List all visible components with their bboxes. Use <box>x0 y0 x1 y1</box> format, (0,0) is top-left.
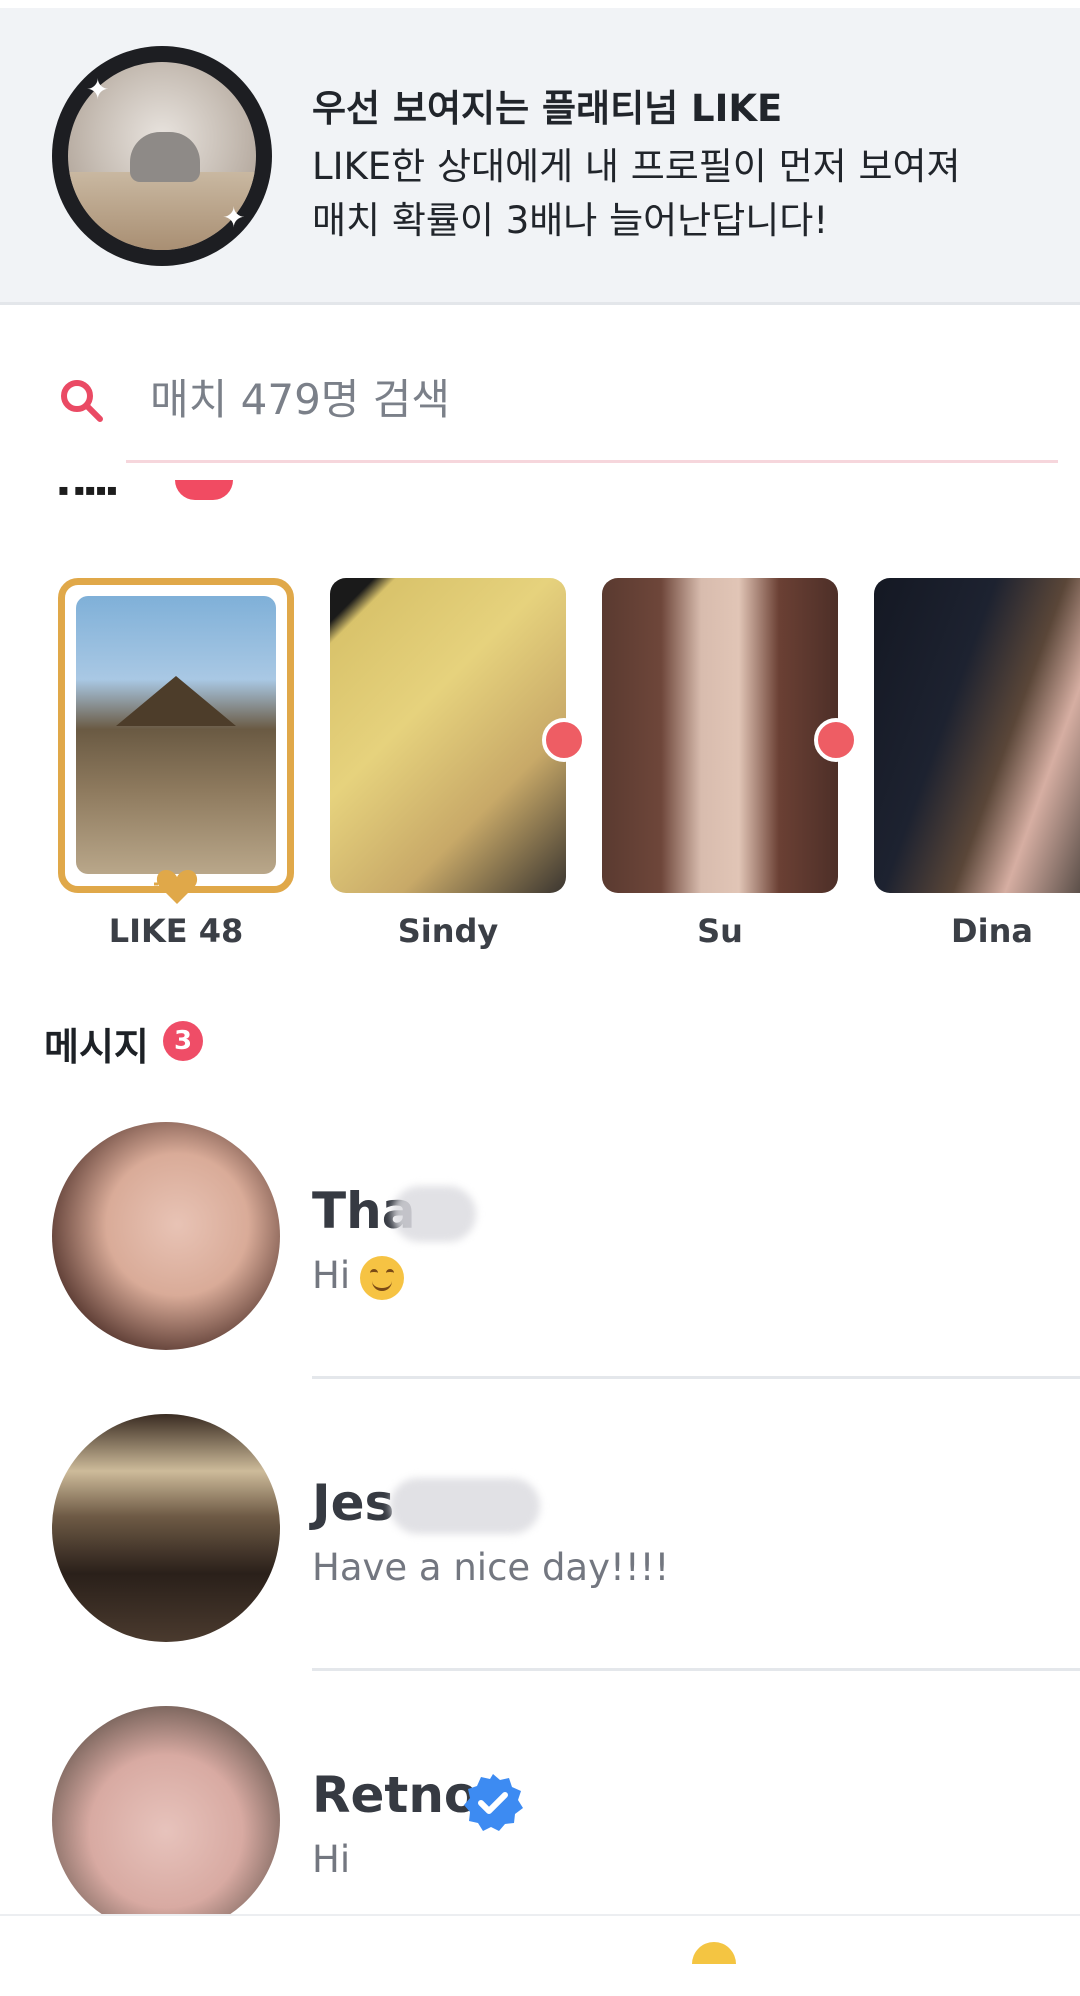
search-bar <box>0 345 1080 465</box>
unread-dot <box>814 718 858 762</box>
nav-icon-partial <box>692 1942 736 1964</box>
unread-dot <box>542 718 586 762</box>
avatar <box>52 1122 280 1350</box>
verified-badge-icon <box>464 1774 523 1831</box>
blurred-name <box>390 1478 540 1534</box>
smiling-face-icon <box>360 1255 405 1300</box>
blurred-name <box>392 1186 476 1242</box>
promo-description: LIKE한 상대에게 내 프로필이 먼저 보여져 매치 확률이 3배나 늘어난답… <box>312 145 961 242</box>
new-matches-header-partial: ▪ ▪▪▪▪ <box>0 480 1080 510</box>
promo-title: 우선 보여지는 플래티넘 LIKE <box>312 87 783 130</box>
platinum-promo-banner[interactable]: ✦ ✦ 우선 보여지는 플래티넘 LIKE LIKE한 상대에게 내 프로필이 … <box>0 8 1080 305</box>
bottom-navigation-partial <box>0 1914 1080 1964</box>
message-row[interactable]: Jes Have a nice day!!!! <box>0 1414 1080 1704</box>
sparkle-icon: ✦ <box>86 73 110 106</box>
status-strip <box>0 0 1080 8</box>
match-name: Dina <box>951 912 1033 950</box>
gold-heart-icon <box>154 870 198 904</box>
messages-section-title: 메시지 <box>44 1025 149 1069</box>
avatar <box>52 1706 280 1934</box>
match-name: Sindy <box>397 912 499 950</box>
message-preview: Hi <box>312 1838 351 1881</box>
contact-name: Retno <box>312 1766 479 1824</box>
search-icon <box>61 380 103 422</box>
promo-avatar: ✦ ✦ <box>52 46 272 266</box>
likes-card-label: LIKE 48 <box>108 912 244 950</box>
message-row[interactable]: Tha Hi <box>0 1122 1080 1412</box>
search-input[interactable] <box>126 359 1046 439</box>
match-photo <box>602 578 838 893</box>
match-name: Su <box>697 912 743 950</box>
messages-count-badge: 3 <box>163 1021 203 1061</box>
match-photo <box>330 578 566 893</box>
divider <box>312 1668 1080 1671</box>
message-preview: Hi <box>312 1254 405 1300</box>
message-row[interactable]: Retno Hi <box>0 1706 1080 1996</box>
search-underline <box>126 460 1058 463</box>
likes-card-photo <box>76 596 276 874</box>
divider <box>312 1376 1080 1379</box>
new-matches-badge <box>175 480 233 500</box>
match-photo <box>874 578 1080 893</box>
contact-name: Jes <box>312 1474 395 1532</box>
sparkle-icon: ✦ <box>222 201 246 234</box>
new-matches-row: LIKE 48 Sindy Su Dina <box>0 578 1080 958</box>
message-preview: Have a nice day!!!! <box>312 1546 670 1589</box>
avatar <box>52 1414 280 1642</box>
